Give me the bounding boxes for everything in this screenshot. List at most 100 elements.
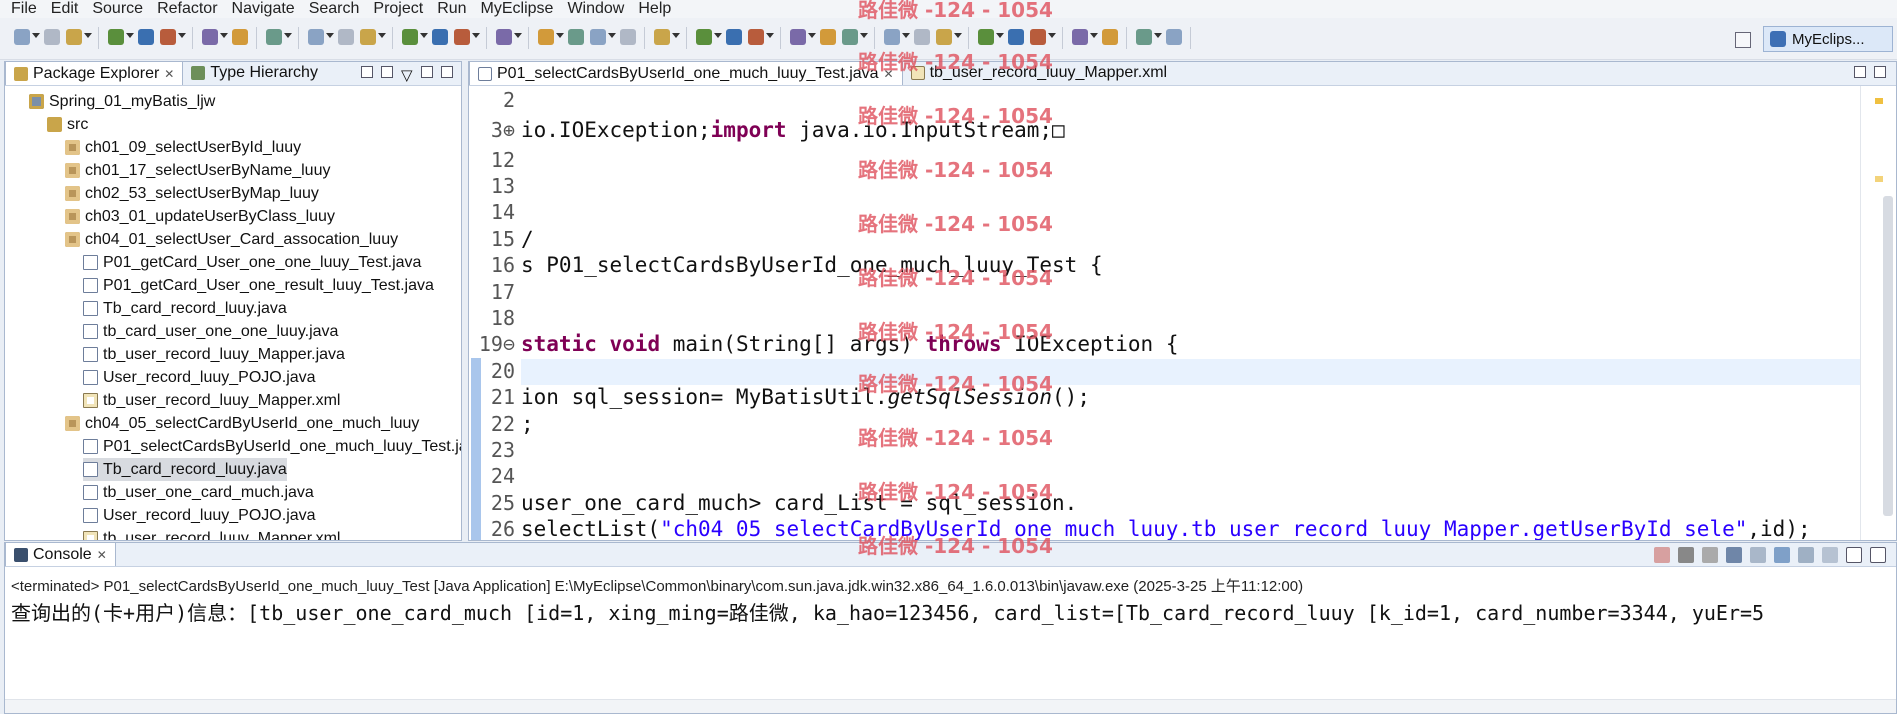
- menu-help[interactable]: Help: [631, 0, 678, 18]
- menu-edit[interactable]: Edit: [44, 0, 86, 18]
- toolbar-button-icon[interactable]: [1030, 29, 1046, 45]
- code-line[interactable]: 16 s P01_selectCardsByUserId_one_much_luu…: [469, 252, 1103, 279]
- code-line[interactable]: 14: [469, 199, 521, 226]
- menu-project[interactable]: Project: [366, 0, 430, 18]
- dropdown-arrow-icon[interactable]: [1154, 33, 1162, 38]
- editor-scroll-thumb[interactable]: [1883, 196, 1893, 516]
- toolbar-button-icon[interactable]: [232, 29, 248, 45]
- menu-window[interactable]: Window: [560, 0, 631, 18]
- open-perspective-icon[interactable]: [1735, 32, 1751, 48]
- toolbar-button-icon[interactable]: [936, 29, 952, 45]
- code-line[interactable]: 22;: [469, 410, 534, 437]
- dropdown-arrow-icon[interactable]: [178, 33, 186, 38]
- minimize-icon[interactable]: [1846, 547, 1862, 563]
- collapse-all-icon[interactable]: [361, 66, 373, 78]
- tree-item-src[interactable]: src: [47, 113, 88, 136]
- tree-item-java[interactable]: Tb_card_record_luuy.java: [83, 458, 287, 481]
- dropdown-arrow-icon[interactable]: [1090, 33, 1098, 38]
- toolbar-button-icon[interactable]: [360, 29, 376, 45]
- code-editor[interactable]: 2 3⊕ io.IOException;import java.io.InputSt…: [469, 86, 1896, 540]
- tab-editor-java[interactable]: P01_selectCardsByUserId_one_much_luuy_Te…: [469, 61, 903, 85]
- dropdown-arrow-icon[interactable]: [84, 33, 92, 38]
- perspective-switcher[interactable]: MyEclips...: [1763, 26, 1893, 52]
- code-line[interactable]: 21 ion sql_session= MyBatisUtil.getSqlSes…: [469, 384, 1090, 411]
- dropdown-arrow-icon[interactable]: [220, 33, 228, 38]
- toolbar-button-icon[interactable]: [44, 29, 60, 45]
- tree-item-pkg[interactable]: ch02_53_selectUserByMap_luuy: [65, 182, 319, 205]
- tree-item-java[interactable]: tb_user_one_card_much.java: [83, 481, 314, 504]
- code-line[interactable]: 25 user_one_card_much> card_List = sql_se…: [469, 489, 1077, 516]
- menu-refactor[interactable]: Refactor: [150, 0, 224, 18]
- menu-run[interactable]: Run: [430, 0, 473, 18]
- toolbar-button-icon[interactable]: [620, 29, 636, 45]
- toolbar-button-icon[interactable]: [696, 29, 712, 45]
- toolbar-button-icon[interactable]: [338, 29, 354, 45]
- tree-item-pkg[interactable]: ch04_01_selectUser_Card_assocation_luuy: [65, 228, 398, 251]
- code-line[interactable]: 3⊕ io.IOException;import java.io.InputStr…: [469, 116, 1065, 143]
- tree-item-pkg[interactable]: ch01_09_selectUserById_luuy: [65, 136, 301, 159]
- toolbar-button-icon[interactable]: [202, 29, 218, 45]
- dropdown-arrow-icon[interactable]: [514, 33, 522, 38]
- toolbar-button-icon[interactable]: [726, 29, 742, 45]
- toolbar-button-icon[interactable]: [1166, 29, 1182, 45]
- menu-file[interactable]: File: [4, 0, 44, 18]
- code-line[interactable]: 18: [469, 304, 521, 331]
- tree-item-pkg[interactable]: ch01_17_selectUserByName_luuy: [65, 159, 330, 182]
- tree-item-java[interactable]: tb_card_user_one_one_luuy.java: [83, 320, 338, 343]
- dropdown-arrow-icon[interactable]: [472, 33, 480, 38]
- tree-item-pkg[interactable]: ch03_01_updateUserByClass_luuy: [65, 205, 335, 228]
- minimize-icon[interactable]: [421, 66, 433, 78]
- tree-item-java[interactable]: P01_getCard_User_one_one_luuy_Test.java: [83, 251, 421, 274]
- dropdown-arrow-icon[interactable]: [284, 33, 292, 38]
- code-line[interactable]: 20: [469, 357, 521, 384]
- menu-source[interactable]: Source: [85, 0, 150, 18]
- toolbar-button-icon[interactable]: [432, 29, 448, 45]
- tree-item-java[interactable]: Tb_card_record_luuy.java: [83, 297, 287, 320]
- code-line[interactable]: 23: [469, 436, 521, 463]
- toolbar-button-icon[interactable]: [266, 29, 282, 45]
- dropdown-arrow-icon[interactable]: [672, 33, 680, 38]
- pin-console-icon[interactable]: [1774, 547, 1790, 563]
- toolbar-button-icon[interactable]: [590, 29, 606, 45]
- toolbar-button-icon[interactable]: [160, 29, 176, 45]
- dropdown-arrow-icon[interactable]: [32, 33, 40, 38]
- dropdown-arrow-icon[interactable]: [126, 33, 134, 38]
- toolbar-button-icon[interactable]: [978, 29, 994, 45]
- maximize-icon[interactable]: [1874, 66, 1886, 78]
- scroll-lock-icon[interactable]: [1726, 547, 1742, 563]
- menu-search[interactable]: Search: [302, 0, 367, 18]
- code-line[interactable]: 12: [469, 146, 521, 173]
- dropdown-arrow-icon[interactable]: [420, 33, 428, 38]
- toolbar-button-icon[interactable]: [842, 29, 858, 45]
- menu-navigate[interactable]: Navigate: [225, 0, 302, 18]
- dropdown-arrow-icon[interactable]: [556, 33, 564, 38]
- dropdown-arrow-icon[interactable]: [608, 33, 616, 38]
- dropdown-arrow-icon[interactable]: [714, 33, 722, 38]
- toolbar-button-icon[interactable]: [66, 29, 82, 45]
- dropdown-arrow-icon[interactable]: [1048, 33, 1056, 38]
- code-line[interactable]: 19⊖ static void main(String[] args) throw…: [469, 331, 1179, 358]
- clear-console-icon[interactable]: [1750, 547, 1766, 563]
- close-icon[interactable]: ✕: [164, 67, 174, 81]
- tree-item-java[interactable]: P01_selectCardsByUserId_one_much_luuy_Te…: [83, 435, 461, 458]
- dropdown-arrow-icon[interactable]: [378, 33, 386, 38]
- tree-item-java[interactable]: tb_user_record_luuy_Mapper.java: [83, 343, 345, 366]
- close-icon[interactable]: ✕: [884, 67, 894, 81]
- toolbar-button-icon[interactable]: [1102, 29, 1118, 45]
- toolbar-button-icon[interactable]: [654, 29, 670, 45]
- maximize-icon[interactable]: [1870, 547, 1886, 563]
- tree-item-java[interactable]: User_record_luuy_POJO.java: [83, 504, 316, 527]
- display-console-icon[interactable]: [1798, 547, 1814, 563]
- tree-item-xml[interactable]: tb_user_record_luuy_Mapper.xml: [83, 389, 340, 412]
- dropdown-arrow-icon[interactable]: [996, 33, 1004, 38]
- tab-editor-xml[interactable]: tb_user_record_luuy_Mapper.xml: [903, 61, 1175, 85]
- toolbar-button-icon[interactable]: [308, 29, 324, 45]
- minimize-icon[interactable]: [1854, 66, 1866, 78]
- console-output[interactable]: 查询出的(卡+用户)信息：[tb_user_one_card_much [id=…: [11, 597, 1764, 626]
- terminate-icon[interactable]: [1654, 547, 1670, 563]
- code-line[interactable]: 2: [469, 86, 521, 113]
- tree-item-proj[interactable]: Spring_01_myBatis_ljw: [29, 90, 215, 113]
- maximize-icon[interactable]: [441, 66, 453, 78]
- view-menu-icon[interactable]: ▽: [401, 66, 413, 84]
- warning-marker-icon[interactable]: [1875, 98, 1883, 104]
